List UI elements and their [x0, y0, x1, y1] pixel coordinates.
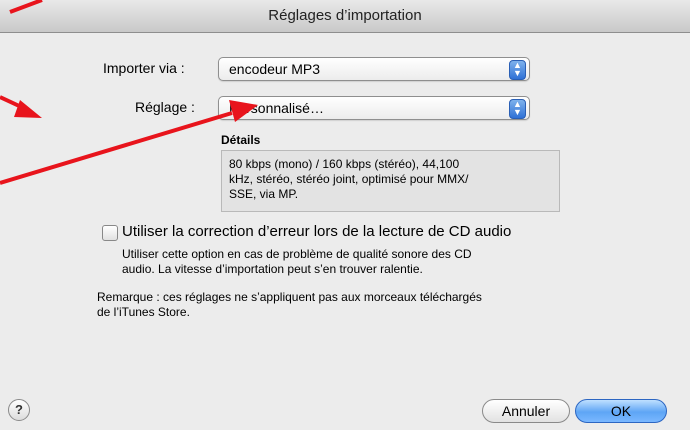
help-text-line: Utiliser cette option en cas de problème… [122, 247, 472, 261]
window-title: Réglages d’importation [268, 7, 422, 24]
import-via-label: Importer via : [103, 60, 185, 76]
details-line: SSE, via MP. [229, 187, 299, 201]
details-line: 80 kbps (mono) / 160 kbps (stéréo), 44,1… [229, 157, 460, 171]
import-settings-dialog: Importer via : encodeur MP3 ▲ ▼ Réglage :… [0, 33, 690, 430]
error-correction-checkbox[interactable] [102, 225, 118, 241]
setting-label: Réglage : [135, 99, 195, 115]
import-via-popup[interactable]: encodeur MP3 ▲ ▼ [218, 57, 530, 81]
window-titlebar: Réglages d’importation [0, 0, 690, 33]
remark-line: de l’iTunes Store. [97, 305, 190, 319]
cancel-button[interactable]: Annuler [482, 399, 570, 423]
setting-value: Personnalisé… [229, 100, 324, 116]
ok-button[interactable]: OK [575, 399, 667, 423]
help-button[interactable]: ? [8, 399, 30, 421]
remark-line: Remarque : ces réglages ne s’appliquent … [97, 290, 482, 304]
details-heading: Détails [221, 133, 261, 147]
help-text-line: audio. La vitesse d’importation peut s’e… [122, 262, 423, 276]
details-box: 80 kbps (mono) / 160 kbps (stéréo), 44,1… [221, 150, 560, 212]
details-line: kHz, stéréo, stéréo joint, optimisé pour… [229, 172, 469, 186]
setting-popup[interactable]: Personnalisé… ▲ ▼ [218, 96, 530, 120]
error-correction-label[interactable]: Utiliser la correction d’erreur lors de … [122, 223, 511, 240]
remark-text: Remarque : ces réglages ne s’appliquent … [97, 290, 482, 320]
import-via-value: encodeur MP3 [229, 61, 321, 77]
error-correction-help: Utiliser cette option en cas de problème… [122, 247, 472, 277]
popup-stepper-icon: ▲ ▼ [509, 99, 526, 119]
popup-stepper-icon: ▲ ▼ [509, 60, 526, 80]
